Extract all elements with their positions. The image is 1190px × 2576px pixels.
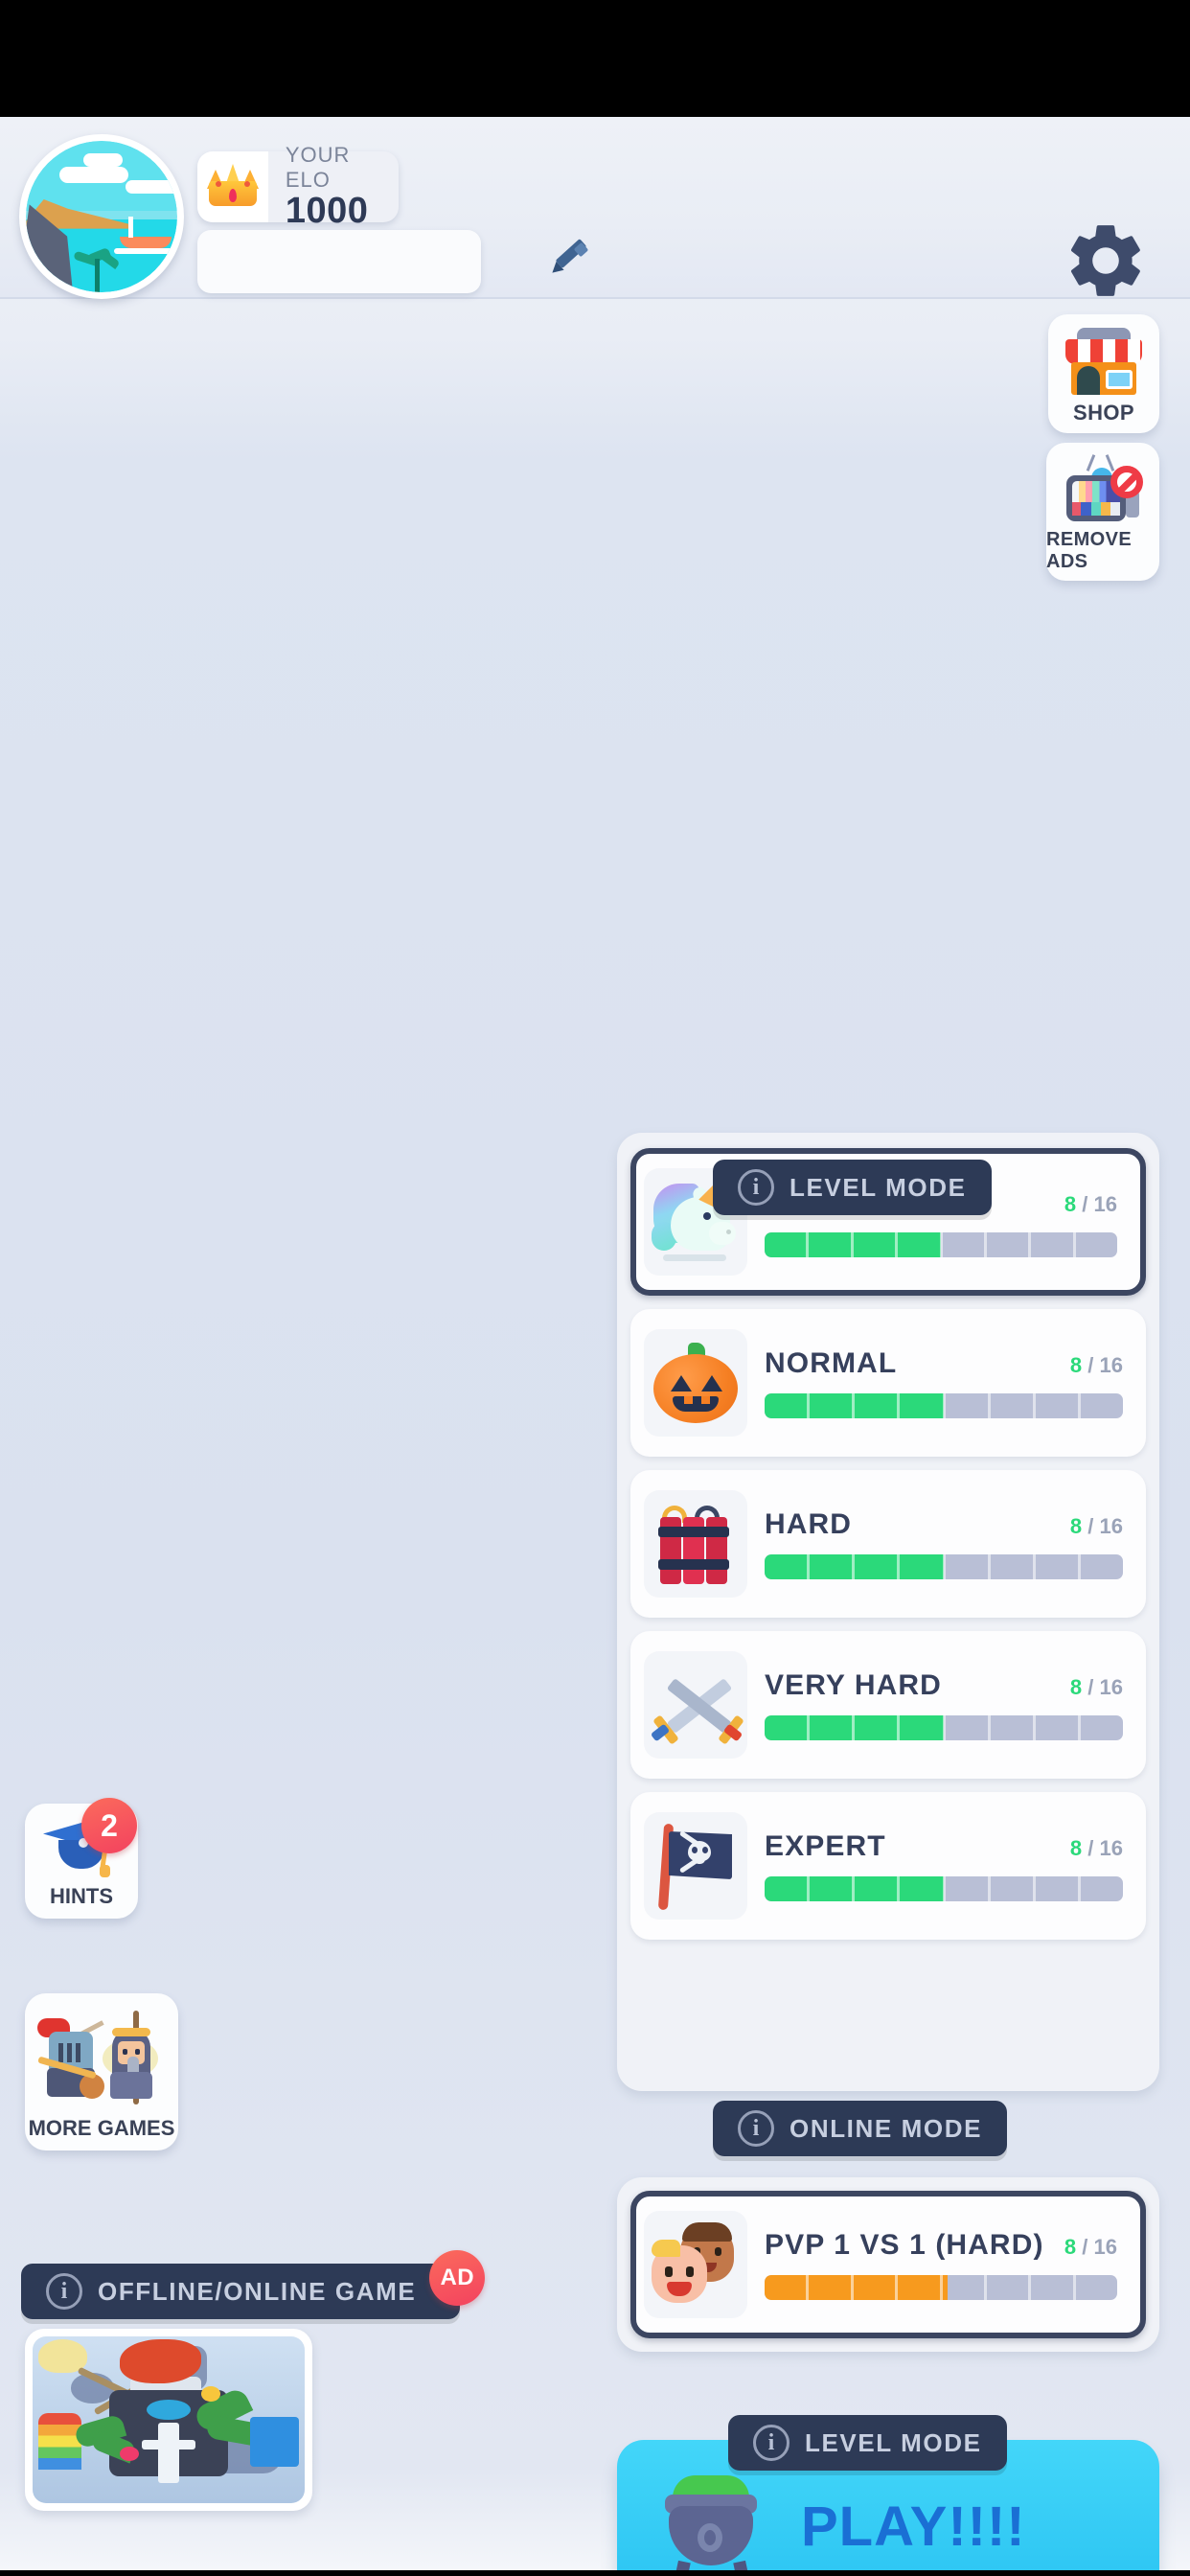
online-mode-panel: PVP 1 VS 1 (HARD) 8 / 16 [617,2177,1159,2352]
difficulty-completed: 8 [1064,1192,1077,1216]
avatar-cloud [58,166,129,184]
banner-offline-online-game[interactable]: i OFFLINE/ONLINE GAME AD [21,2250,486,2319]
remove-ads-label: REMOVE ADS [1046,529,1133,572]
online-progress-text: 8 / 16 [1064,2235,1117,2260]
banner-online-mode-label: ONLINE MODE [790,2113,983,2143]
avatar-cloud [83,152,124,167]
ad-banner-card[interactable] [25,2329,312,2511]
hints-label: HINTS [50,1884,113,1908]
settings-button[interactable] [1062,217,1150,305]
gear-icon [1071,225,1140,296]
online-progress-bar [765,2275,1117,2300]
banner-online-mode[interactable]: i ONLINE MODE [713,2101,1008,2156]
difficulty-total: 16 [1099,1514,1123,1538]
difficulty-progress-text: 8 / 16 [1070,1836,1123,1861]
difficulty-completed: 8 [1069,1836,1083,1860]
difficulty-total: 16 [1099,1836,1123,1860]
letterbox-top [0,0,1190,117]
app-screen: YOUR ELO 1000 SHOP REMOVE ADS 2 HINTS MO… [0,0,1190,2576]
ad-badge: AD [429,2250,486,2306]
pirate-flag-icon [644,1812,747,1920]
avatar-boat [119,236,172,249]
elo-label: YOUR ELO [285,143,351,193]
difficulty-progress-bar [765,1232,1117,1257]
letterbox-bottom [0,2570,1190,2576]
banner-offline-online-label: OFFLINE/ONLINE GAME [98,2276,417,2306]
remove-ads-button[interactable]: REMOVE ADS [1046,443,1159,581]
difficulty-completed: 8 [1069,1675,1083,1699]
difficulty-progress-text: 8 / 16 [1070,1353,1123,1378]
avatar-cloud [126,180,177,195]
difficulty-separator: / [1087,1514,1094,1538]
avatar-boat-mast [128,217,134,239]
difficulty-separator: / [1087,1353,1094,1377]
online-total: 16 [1093,2235,1117,2259]
difficulty-separator: / [1082,1192,1088,1216]
more-games-button[interactable]: MORE GAMES [25,1993,178,2150]
difficulty-row-hard[interactable]: HARD 8 / 16 [630,1470,1146,1618]
info-icon: i [738,1169,774,1206]
ad-image [33,2336,305,2503]
shop-button[interactable]: SHOP [1048,314,1159,433]
crossed-swords-icon [644,1651,747,1759]
difficulty-name: VERY HARD [765,1669,942,1701]
avatar-image [26,141,177,292]
storefront-icon [1064,326,1144,397]
difficulty-name: HARD [765,1508,853,1540]
tv-no-ads-icon [1061,454,1145,525]
elo-card[interactable]: YOUR ELO 1000 [197,143,399,230]
difficulty-progress-bar [765,1393,1123,1418]
jack-o-lantern-icon [644,1329,747,1437]
difficulty-progress-bar [765,1876,1123,1901]
difficulty-progress-text: 8 / 16 [1070,1514,1123,1539]
shop-label: SHOP [1073,401,1134,425]
play-button-label: PLAY!!!! [801,2495,1026,2558]
difficulty-progress-bar [765,1715,1123,1740]
difficulty-completed: 8 [1069,1514,1083,1538]
avatar[interactable] [19,134,184,299]
banner-level-mode-top-label: LEVEL MODE [790,1172,967,1202]
difficulty-total: 16 [1099,1353,1123,1377]
difficulty-progress-text: 8 / 16 [1070,1675,1123,1700]
difficulty-name: NORMAL [765,1347,898,1379]
player-name-field[interactable] [197,230,589,293]
hints-button[interactable]: 2 HINTS [25,1798,138,1919]
info-icon: i [753,2425,790,2461]
info-icon: i [738,2110,774,2147]
difficulty-progress-bar [765,1554,1123,1579]
player-name-input[interactable] [197,230,539,293]
cauldron-icon [655,2473,768,2570]
difficulty-separator: / [1087,1836,1094,1860]
difficulty-separator: / [1087,1675,1094,1699]
difficulty-row-normal[interactable]: NORMAL 8 / 16 [630,1309,1146,1457]
knights-icon [37,2007,164,2112]
banner-level-mode-play-label: LEVEL MODE [805,2427,982,2457]
info-icon: i [46,2273,82,2310]
banner-level-mode-top[interactable]: i LEVEL MODE [713,1160,992,1215]
hints-count-badge: 2 [81,1798,137,1853]
difficulty-total: 16 [1099,1675,1123,1699]
online-row-pvp[interactable]: PVP 1 VS 1 (HARD) 8 / 16 [630,2191,1146,2338]
difficulty-completed: 8 [1069,1353,1083,1377]
difficulty-total: 16 [1093,1192,1117,1216]
dynamite-icon [644,1490,747,1598]
crown-icon [197,151,268,222]
banner-level-mode-play[interactable]: i LEVEL MODE [728,2415,1007,2471]
game-root: YOUR ELO 1000 SHOP REMOVE ADS 2 HINTS MO… [0,117,1190,2570]
difficulty-row-very-hard[interactable]: VERY HARD 8 / 16 [630,1631,1146,1779]
difficulty-panel: EASY 8 / 16 [617,1133,1159,2091]
difficulty-name: EXPERT [765,1830,886,1862]
two-faces-icon [644,2211,747,2318]
difficulty-progress-text: 8 / 16 [1064,1192,1117,1217]
elo-value: 1000 [285,191,369,232]
graduation-cap-icon: 2 [41,1798,137,1878]
online-mode-name: PVP 1 VS 1 (HARD) [765,2229,1044,2261]
more-games-label: MORE GAMES [28,2116,175,2140]
online-completed: 8 [1064,2235,1077,2259]
difficulty-row-expert[interactable]: EXPERT 8 / 16 [630,1792,1146,1940]
online-separator: / [1082,2235,1088,2259]
avatar-palm-tree [71,246,126,292]
